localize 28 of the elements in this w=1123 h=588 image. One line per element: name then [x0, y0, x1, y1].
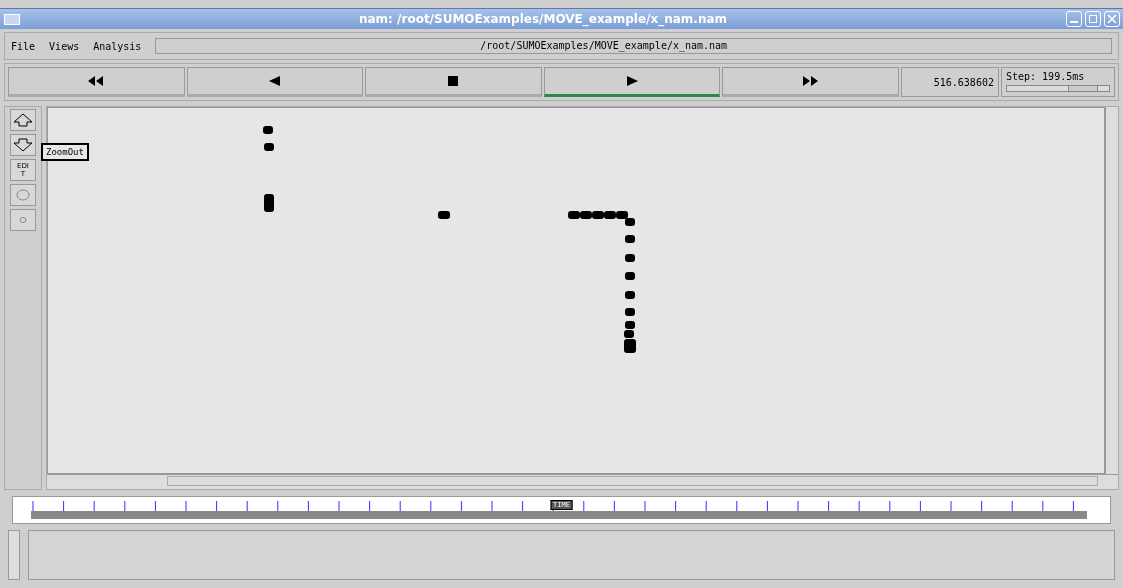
- tooltip: ZoomOut: [41, 143, 89, 161]
- menu-item[interactable]: File: [11, 40, 36, 52]
- time-display: 516.638602: [900, 67, 999, 97]
- zoom-out-button[interactable]: [10, 134, 36, 156]
- forward-button[interactable]: [722, 67, 899, 97]
- stop-button[interactable]: [365, 67, 542, 97]
- menu-item[interactable]: Views: [49, 40, 80, 52]
- window-title: nam: /root/SUMOExamples/MOVE_example/x_nam.nam: [357, 12, 729, 26]
- maximize-icon[interactable]: [1085, 11, 1101, 27]
- back-button[interactable]: [186, 67, 364, 97]
- vertical-scrollbar[interactable]: [1105, 107, 1118, 474]
- close-icon[interactable]: [1104, 11, 1120, 27]
- small-circle-icon: [18, 215, 28, 225]
- zoom-in-button[interactable]: [10, 109, 36, 131]
- small-circle-button[interactable]: [10, 209, 36, 231]
- file-path-field: /root/SUMOExamples/MOVE_example/x_nam.nam: [155, 38, 1112, 54]
- window-menu-icon[interactable]: [4, 13, 20, 25]
- step-slider[interactable]: [1005, 85, 1110, 92]
- slider-thumb[interactable]: [1068, 85, 1099, 92]
- play-button[interactable]: [543, 67, 721, 97]
- big-circle-button[interactable]: [10, 184, 36, 206]
- minimize-icon[interactable]: [1066, 11, 1082, 27]
- vertical-scrollbar[interactable]: [8, 530, 20, 580]
- horizontal-scrollbar[interactable]: [47, 474, 1118, 489]
- rewind-button[interactable]: [8, 67, 185, 97]
- step-label: Step: 199.5ms: [1005, 71, 1086, 82]
- menu-item[interactable]: Analysis: [93, 40, 142, 52]
- circle-icon: [15, 188, 31, 202]
